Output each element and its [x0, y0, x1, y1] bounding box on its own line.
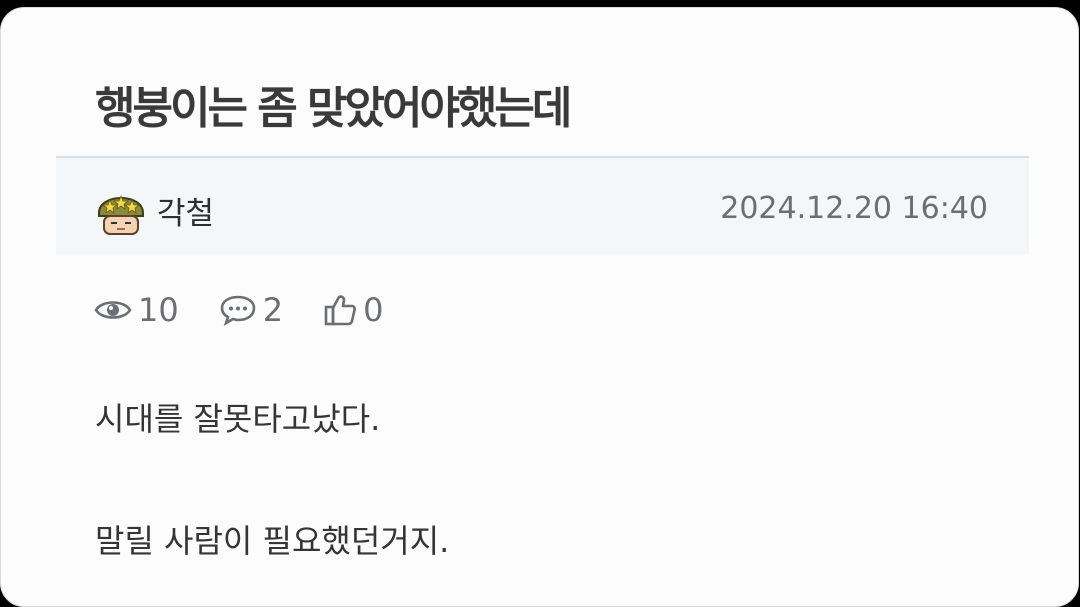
comments-count: 2 [262, 291, 284, 329]
eye-icon [94, 301, 132, 319]
views-stat: 10 [94, 291, 179, 329]
top-edge [0, 0, 1080, 7]
comment-icon [220, 295, 256, 326]
views-count: 10 [138, 291, 179, 329]
post-stats: 10 2 0 [94, 288, 423, 332]
likes-count: 0 [363, 291, 384, 329]
post-meta-bar: 각철 2024.12.20 16:40 [56, 156, 1029, 254]
thumbs-up-icon[interactable] [323, 293, 357, 327]
post-body-line: 시대를 잘못타고났다. [95, 400, 381, 438]
post-body-line: 말릴 사람이 필요했던거지. [95, 522, 450, 560]
author-name[interactable]: 각철 [157, 188, 214, 233]
post-card: 행붕이는 좀 맞았어야했는데 각철 2024.12.20 16:40 10 2 … [0, 7, 1079, 607]
avatar[interactable] [94, 183, 148, 237]
likes-stat[interactable]: 0 [323, 291, 383, 329]
comments-stat: 2 [219, 291, 283, 329]
post-title: 행붕이는 좀 맞았어야했는데 [95, 83, 572, 134]
post-date: 2024.12.20 16:40 [720, 191, 988, 226]
